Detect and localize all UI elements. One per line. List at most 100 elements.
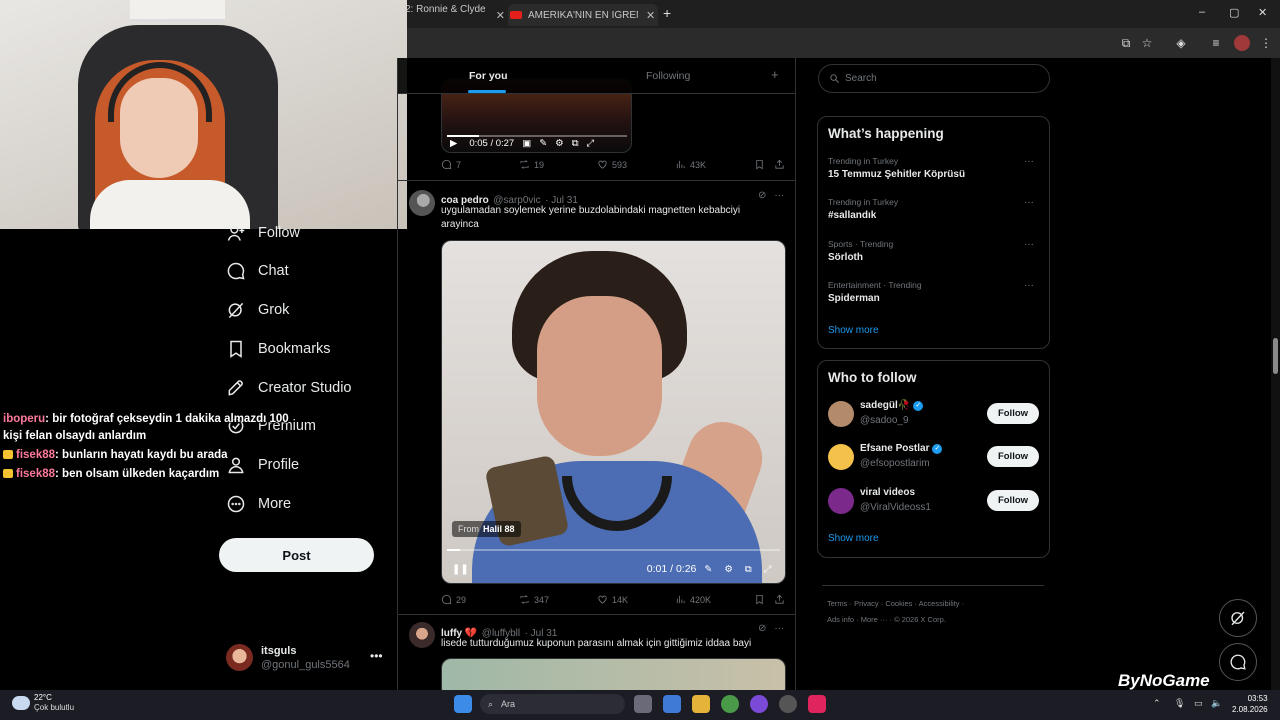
scrollbar-thumb[interactable]	[1273, 338, 1278, 374]
avatar[interactable]	[828, 488, 854, 514]
video-source-badge[interactable]: From Halil 88	[452, 521, 521, 537]
nav-item-more[interactable]: More	[226, 492, 291, 516]
follow-suggestion[interactable]: Efsane Postlar ✓ @efsopostlarim Follow	[828, 442, 1040, 474]
views-button[interactable]: 43K	[675, 159, 706, 170]
views-button[interactable]: 420K	[675, 594, 711, 605]
trend-more-icon[interactable]: ···	[1024, 239, 1034, 250]
reply-button[interactable]: 7	[441, 159, 461, 170]
grok-icon[interactable]: ⊘	[758, 623, 766, 634]
pip-icon[interactable]: ⧉	[745, 564, 752, 575]
nav-item-profile[interactable]: Profile	[226, 453, 299, 477]
volume-icon[interactable]: 🔈	[1211, 698, 1222, 709]
nav-item-creator-studio[interactable]: Creator Studio	[226, 376, 352, 400]
nav-item-bookmarks[interactable]: Bookmarks	[226, 337, 331, 361]
taskbar-search-input[interactable]: ⌕ Ara	[480, 694, 625, 714]
pause-icon[interactable]: ❚❚	[452, 564, 469, 575]
tab-following[interactable]: Following	[646, 70, 690, 82]
account-more-icon[interactable]: •••	[370, 649, 383, 663]
reply-button[interactable]: 29	[441, 594, 466, 605]
play-icon[interactable]: ▶	[450, 138, 457, 149]
share-button[interactable]	[774, 594, 789, 605]
new-tab-button[interactable]: +	[663, 5, 671, 21]
repost-button[interactable]: 347	[519, 594, 549, 605]
trend-more-icon[interactable]: ···	[1024, 197, 1034, 208]
fullscreen-icon[interactable]: ⤢	[764, 564, 772, 575]
tweet-more-icon[interactable]: ···	[774, 190, 784, 201]
task-view-icon[interactable]	[634, 695, 652, 713]
grok-icon[interactable]: ⊘	[758, 190, 766, 201]
trend-item[interactable]: Entertainment · Trending Spiderman ···	[828, 280, 1040, 304]
app-icon[interactable]	[779, 695, 797, 713]
tab-for-you[interactable]: For you	[469, 70, 508, 82]
browser-tab-active[interactable]: AMERİKA'NIN EN İĞRENÇ PRO ✕	[508, 4, 658, 26]
repost-button[interactable]: 19	[519, 159, 544, 170]
settings-icon[interactable]: ⚙	[555, 138, 564, 149]
menu-kebab-icon[interactable]: ⋮	[1258, 35, 1274, 51]
search-input[interactable]: Search	[818, 64, 1050, 93]
follow-button[interactable]: Follow	[987, 490, 1039, 511]
close-window-button[interactable]: ✕	[1258, 6, 1267, 19]
nav-item-follow[interactable]: Follow	[226, 221, 300, 245]
video-progress-bar[interactable]	[447, 549, 780, 551]
cast-icon[interactable]: ⧉	[1118, 35, 1134, 51]
nav-item-chat[interactable]: Chat	[226, 259, 289, 283]
trend-item[interactable]: Trending in Turkey 15 Temmuz Şehitler Kö…	[828, 156, 1040, 180]
file-explorer-icon[interactable]	[692, 695, 710, 713]
avatar[interactable]	[409, 190, 435, 216]
bookmark-button[interactable]	[754, 159, 769, 170]
follow-button[interactable]: Follow	[987, 446, 1039, 467]
network-icon[interactable]: ▭	[1194, 698, 1203, 709]
extensions-icon[interactable]: ◈	[1173, 35, 1189, 51]
trend-more-icon[interactable]: ···	[1024, 156, 1034, 167]
footer-links[interactable]: Terms · Privacy · Cookies · Accessibilit…	[827, 599, 964, 608]
taskbar-clock[interactable]: 03:53 2.08.2026	[1232, 693, 1268, 715]
tiktok-icon[interactable]	[808, 695, 826, 713]
avatar[interactable]	[828, 444, 854, 470]
trend-item[interactable]: Trending in Turkey #sallandık ···	[828, 197, 1040, 221]
follow-suggestion[interactable]: sadegül🥀 ✓ @sadoo_9 Follow	[828, 399, 1040, 431]
obs-icon[interactable]	[750, 695, 768, 713]
trend-item[interactable]: Sports · Trending Sörloth ···	[828, 239, 1040, 263]
video-progress-bar[interactable]	[447, 135, 627, 137]
chrome-icon[interactable]	[721, 695, 739, 713]
bookmark-button[interactable]	[754, 594, 769, 605]
post-button[interactable]: Post	[219, 538, 374, 572]
pip-icon[interactable]: ⧉	[572, 138, 579, 149]
fullscreen-icon[interactable]: ⤢	[587, 138, 595, 149]
mute-icon[interactable]: ✎	[704, 564, 712, 575]
tray-chevron-icon[interactable]: ⌃	[1153, 698, 1161, 709]
playlist-icon[interactable]: ≡	[1208, 35, 1224, 51]
browser-profile-avatar[interactable]	[1234, 35, 1250, 51]
microphone-icon[interactable]: 🎙	[1174, 698, 1185, 709]
who-show-more-link[interactable]: Show more	[828, 533, 879, 544]
mute-icon[interactable]: ✎	[539, 138, 547, 149]
minimize-button[interactable]: –	[1199, 6, 1205, 18]
trend-more-icon[interactable]: ···	[1024, 280, 1034, 291]
close-tab-icon[interactable]: ✕	[646, 9, 655, 22]
weather-widget[interactable]: 22°C Çok bulutlu	[12, 693, 74, 713]
page-scrollbar[interactable]	[1271, 58, 1280, 690]
add-tab-button[interactable]: +	[771, 67, 779, 82]
grok-fab-button[interactable]	[1219, 599, 1257, 637]
browser-tab[interactable]: 2: Ronnie & Clyde | ✕	[405, 4, 505, 26]
footer-links[interactable]: Ads info · More ··· · © 2026 X Corp.	[827, 615, 946, 624]
follow-button[interactable]: Follow	[987, 403, 1039, 424]
star-icon[interactable]: ☆	[1139, 35, 1155, 51]
nav-item-grok[interactable]: Grok	[226, 298, 289, 322]
like-button[interactable]: 14K	[597, 594, 628, 605]
captions-icon[interactable]: ▣	[522, 138, 531, 149]
avatar[interactable]	[409, 622, 435, 648]
trends-show-more-link[interactable]: Show more	[828, 325, 879, 336]
avatar[interactable]	[828, 401, 854, 427]
settings-icon[interactable]: ⚙	[724, 564, 733, 575]
tweet-media[interactable]	[441, 658, 786, 690]
windows-start-icon[interactable]	[454, 695, 472, 713]
follow-suggestion[interactable]: viral videos @ViralVideoss1 Follow	[828, 486, 1040, 518]
close-tab-icon[interactable]: ✕	[496, 9, 505, 22]
store-icon[interactable]	[663, 695, 681, 713]
maximize-button[interactable]: ▢	[1229, 6, 1239, 19]
like-button[interactable]: 593	[597, 159, 627, 170]
messages-fab-button[interactable]	[1219, 643, 1257, 681]
tweet-video[interactable]: From Halil 88 ❚❚ 0:01 / 0:26 ✎ ⚙ ⧉ ⤢	[441, 240, 786, 584]
share-button[interactable]	[774, 159, 789, 170]
